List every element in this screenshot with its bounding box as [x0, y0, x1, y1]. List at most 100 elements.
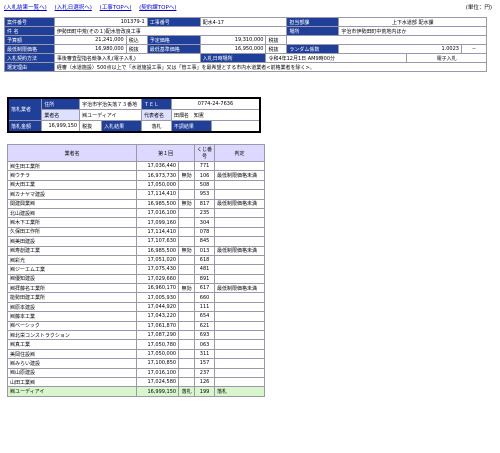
bid-amount: 17,016,100 — [136, 367, 180, 379]
judgement — [214, 330, 265, 341]
kuji-number: 693 — [194, 330, 216, 341]
judgement — [214, 376, 265, 388]
judgement — [214, 160, 265, 172]
label-winning-bidder: 落札業者 — [7, 97, 43, 121]
kuji-number: 013 — [194, 245, 216, 256]
bid-amount: 17,075,430 — [136, 264, 180, 275]
table-row: ㈱ベーシック 17,061,870 621 — [6, 320, 265, 332]
nav-link-date-select[interactable]: (入札日選択へ) — [55, 5, 92, 11]
table-row: 美岡住設㈱ 17,050,000 311 — [6, 348, 265, 360]
min-standard-value: 16,950,000 — [199, 44, 267, 54]
planned-price-tax: 税抜 — [265, 35, 288, 45]
bid-amount: 17,024,580 — [136, 376, 180, 388]
kuji-number: 157 — [194, 358, 216, 369]
label-work-no: 工事番号 — [146, 17, 201, 27]
table-row: ㈱みらい建設 17,100,850 157 — [6, 358, 265, 369]
judgement — [214, 301, 265, 313]
table-row: ㈱寿創建工業 16,985,500 無効 013 最低制限価格未満 — [6, 245, 265, 256]
label-tel: ＴＥＬ — [141, 97, 172, 110]
bid-tag — [178, 264, 196, 275]
company-name: ㈱美田建設 — [6, 236, 138, 247]
company-name: ㈱北栄コンストラクション — [6, 330, 138, 341]
bid-amount: 17,099,160 — [136, 217, 180, 228]
company-name: ㈱ウチラ — [6, 170, 138, 181]
company-name: ㈱拝藤名工業所 — [6, 283, 138, 294]
judgement — [214, 292, 265, 303]
kuji-number: 126 — [194, 376, 216, 388]
table-row: ㈱ユーディアイ 16,999,150 落札 199 落札 — [6, 386, 265, 397]
bid-amount: 16,985,500 — [136, 245, 180, 256]
judgement: 最低制限価格未満 — [214, 245, 265, 256]
table-row: ㈱ジーエム工業 17,075,430 481 — [6, 264, 265, 275]
bid-tag: 無効 — [178, 283, 196, 294]
company-name: 美岡住設㈱ — [6, 348, 138, 360]
kuji-number: 235 — [194, 207, 216, 219]
bid-amount: 17,005,930 — [136, 292, 180, 303]
bid-amount: 17,100,850 — [136, 358, 180, 369]
table-row: 関建興業㈱ 16,985,500 無効 817 最低制限価格未満 — [6, 198, 265, 209]
kuji-number: 199 — [194, 386, 216, 397]
table-row: ㈱藤本工業 17,043,220 654 — [6, 311, 265, 322]
table-row: ㈱カナヤマ建設 17,114,410 953 — [6, 189, 265, 200]
table-row: ㈱北栄コンストラクション 17,087,290 693 — [6, 330, 265, 341]
company-name: ㈱ベーシック — [6, 320, 138, 332]
nav-link-construction-top[interactable]: (工事TOPへ) — [100, 5, 132, 11]
bid-tag: 落札 — [178, 386, 196, 397]
bid-rows: ㈱生田工業所 17,036,440 771 ㈱ウチラ 16,973,730 無効 106 最低… — [6, 160, 265, 397]
project-info-table: 案件番号 101379-1 工事番号 配水4-17 担当部課 上下水道部 配水課… — [4, 17, 488, 72]
label-corp-name: 業者名 — [41, 109, 81, 121]
kuji-number: 111 — [194, 301, 216, 313]
bid-amount: 17,016,100 — [136, 207, 180, 219]
judgement — [214, 273, 265, 285]
bid-amount: 16,999,150 — [136, 386, 180, 397]
company-name: ㈱優知建設 — [6, 273, 138, 285]
company-name: 山田工業㈱ — [6, 376, 138, 388]
random-coef-extra: -- — [460, 44, 488, 54]
label-budget: 予算額 — [4, 35, 55, 45]
header-kuji: くじ番号 — [194, 144, 216, 162]
kuji-number: 481 — [194, 264, 216, 275]
work-no-value: 配水4-17 — [199, 17, 288, 27]
title-value: 伊勢田町中荒(その１)配水管改良工事 — [53, 26, 288, 36]
top-nav: (入札結果一覧へ) (入札日選択へ) (工事TOPへ) (契約課TOPへ) — [4, 3, 182, 11]
kuji-number: 237 — [194, 367, 216, 379]
nav-link-results-list[interactable]: (入札結果一覧へ) — [4, 5, 47, 11]
bid-tag — [178, 217, 196, 228]
judgement — [214, 264, 265, 275]
bid-amount: 17,114,410 — [136, 226, 180, 238]
nav-link-contract-top[interactable]: (契約課TOPへ) — [139, 5, 176, 11]
judgement: 最低制限価格未満 — [214, 170, 265, 181]
bid-tag: 無効 — [178, 170, 196, 181]
header-round1: 第１回 — [136, 144, 196, 162]
table-row: ㈱ウチラ 16,973,730 無効 106 最低制限価格未満 — [6, 170, 265, 181]
label-address: 住所 — [41, 97, 81, 110]
judgement — [214, 236, 265, 247]
unit-note: (単位：円) — [465, 5, 492, 11]
table-row: 山田工業㈱ 17,024,580 126 — [6, 376, 265, 388]
table-row: ㈱木下工業所 17,099,160 304 — [6, 217, 265, 228]
label-bid-datetime: 入札日時場所 — [199, 53, 267, 63]
bid-amount: 17,087,290 — [136, 330, 180, 341]
bid-amount: 16,973,730 — [136, 170, 180, 181]
label-min-price: 最低制限価格 — [4, 44, 55, 54]
label-location: 場所 — [286, 26, 340, 36]
min-standard-tax: 税抜 — [265, 44, 288, 54]
budget-tax: 税込 — [125, 35, 148, 45]
bid-place-value: 電子入札 — [406, 53, 487, 63]
company-name: 北山建設㈱ — [6, 207, 138, 219]
table-row: ㈱優知建設 17,029,660 891 — [6, 273, 265, 285]
judgement — [214, 358, 265, 369]
kuji-number: 660 — [194, 292, 216, 303]
tel-value: 0774-24-7636 — [170, 97, 261, 110]
bid-tag — [178, 376, 196, 388]
label-bid-result: 入札結果 — [101, 120, 143, 133]
judgement — [214, 367, 265, 379]
table-row: ㈱生田工業所 17,036,440 771 — [6, 160, 265, 172]
bid-amount: 17,036,440 — [136, 160, 180, 172]
table-row: 北山建設㈱ 17,016,100 235 — [6, 207, 265, 219]
bid-tag — [178, 367, 196, 379]
table-row: ㈱山原建設 17,016,100 237 — [6, 367, 265, 379]
judgement — [214, 311, 265, 322]
location-value: 宇治市伊勢田町中荒地内ほか — [338, 26, 487, 36]
judgement — [214, 348, 265, 360]
